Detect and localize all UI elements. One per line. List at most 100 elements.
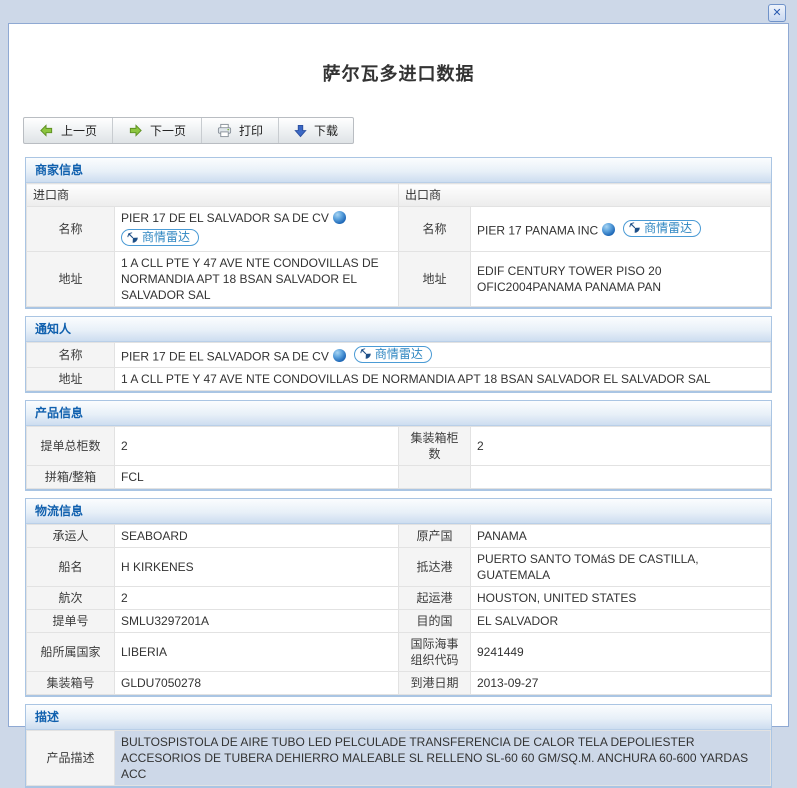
field-label: 提单总柜数 [27,427,115,466]
next-page-button[interactable]: 下一页 [113,118,202,143]
importer-name-cell: PIER 17 DE EL SALVADOR SA DE CV [115,207,399,252]
logistics-heading: 物流信息 [26,499,771,524]
merchant-table: 进口商 出口商 名称 PIER 17 DE EL SALVADOR SA DE … [26,183,771,307]
table-row: 提单总柜数 2 集装箱柜数 2 [27,427,771,466]
product-heading: 产品信息 [26,401,771,426]
exporter-header: 出口商 [399,184,771,207]
radar-icon [360,348,372,360]
importer-name-label: 名称 [27,207,115,252]
field-value: GLDU7050278 [115,672,399,695]
field-label: 承运人 [27,525,115,548]
field-label: 航次 [27,587,115,610]
field-label: 集装箱号 [27,672,115,695]
globe-icon[interactable] [333,211,346,224]
field-label: 船所属国家 [27,633,115,672]
field-label: 抵达港 [399,548,471,587]
print-button[interactable]: 打印 [202,118,279,143]
field-label: 国际海事组织代码 [399,633,471,672]
product-description-value: BULTOSPISTOLA DE AIRE TUBO LED PELCULADE… [115,731,771,786]
table-row: 承运人 SEABOARD 原产国 PANAMA [27,525,771,548]
download-button[interactable]: 下载 [279,118,353,143]
radar-badge[interactable]: 商情雷达 [121,229,199,246]
left-arrow-icon [39,123,54,138]
radar-badge-label: 商情雷达 [644,221,692,236]
field-value: 2 [115,587,399,610]
field-value: 2 [115,427,399,466]
close-button[interactable]: ✕ [768,4,786,22]
notify-name: PIER 17 DE EL SALVADOR SA DE CV [121,349,329,363]
field-value [471,466,771,489]
field-value: EL SALVADOR [471,610,771,633]
close-icon: ✕ [772,7,781,19]
exporter-name-label: 名称 [399,207,471,252]
field-label: 原产国 [399,525,471,548]
exporter-address-label: 地址 [399,251,471,306]
importer-address: 1 A CLL PTE Y 47 AVE NTE CONDOVILLAS DE … [115,251,399,306]
notify-address: 1 A CLL PTE Y 47 AVE NTE CONDOVILLAS DE … [115,368,771,391]
field-value: SEABOARD [115,525,399,548]
radar-badge-label: 商情雷达 [142,230,190,245]
exporter-address: EDIF CENTURY TOWER PISO 20 OFIC2004PANAM… [471,251,771,306]
radar-badge[interactable]: 商情雷达 [623,220,701,237]
notify-name-cell: PIER 17 DE EL SALVADOR SA DE CV 商情雷达 [115,342,771,368]
description-heading: 描述 [26,705,771,730]
toolbar: 上一页 下一页 打印 [23,117,354,144]
table-row: 船所属国家 LIBERIA 国际海事组织代码 9241449 [27,633,771,672]
field-label: 目的国 [399,610,471,633]
section-product: 产品信息 提单总柜数 2 集装箱柜数 2 拼箱/整箱 FCL [25,400,772,491]
radar-icon [127,232,139,244]
notify-table: 名称 PIER 17 DE EL SALVADOR SA DE CV [26,342,771,392]
page-title: 萨尔瓦多进口数据 [9,60,788,86]
prev-page-label: 上一页 [61,122,97,139]
field-label: 起运港 [399,587,471,610]
section-merchant: 商家信息 进口商 出口商 名称 PIER 17 DE EL SALVADOR S… [25,157,772,309]
field-label: 到港日期 [399,672,471,695]
radar-badge-label: 商情雷达 [375,347,423,362]
logistics-table: 承运人 SEABOARD 原产国 PANAMA 船名 H KIRKENES 抵达… [26,524,771,695]
notify-address-label: 地址 [27,368,115,391]
description-table: 产品描述 BULTOSPISTOLA DE AIRE TUBO LED PELC… [26,730,771,786]
field-label: 船名 [27,548,115,587]
table-row: 拼箱/整箱 FCL [27,466,771,489]
field-value: 2 [471,427,771,466]
importer-header: 进口商 [27,184,399,207]
merchant-heading: 商家信息 [26,158,771,183]
field-value: HOUSTON, UNITED STATES [471,587,771,610]
print-label: 打印 [239,122,263,139]
field-value: SMLU3297201A [115,610,399,633]
field-value: FCL [115,466,399,489]
exporter-name: PIER 17 PANAMA INC [477,223,598,237]
field-value: 2013-09-27 [471,672,771,695]
table-row: 提单号 SMLU3297201A 目的国 EL SALVADOR [27,610,771,633]
field-label [399,466,471,489]
printer-icon [217,123,232,138]
table-row: 航次 2 起运港 HOUSTON, UNITED STATES [27,587,771,610]
section-description: 描述 产品描述 BULTOSPISTOLA DE AIRE TUBO LED P… [25,704,772,788]
field-value: PUERTO SANTO TOMáS DE CASTILLA, GUATEMAL… [471,548,771,587]
globe-icon[interactable] [333,349,346,362]
field-value: H KIRKENES [115,548,399,587]
table-row: 产品描述 BULTOSPISTOLA DE AIRE TUBO LED PELC… [27,731,771,786]
next-page-label: 下一页 [150,122,186,139]
field-label: 集装箱柜数 [399,427,471,466]
globe-icon[interactable] [602,223,615,236]
section-logistics: 物流信息 承运人 SEABOARD 原产国 PANAMA 船名 H KIRKEN… [25,498,772,697]
prev-page-button[interactable]: 上一页 [24,118,113,143]
field-value: LIBERIA [115,633,399,672]
field-value: PANAMA [471,525,771,548]
field-label: 提单号 [27,610,115,633]
product-table: 提单总柜数 2 集装箱柜数 2 拼箱/整箱 FCL [26,426,771,489]
down-arrow-icon [294,124,307,138]
field-value: 9241449 [471,633,771,672]
import-data-dialog: 萨尔瓦多进口数据 上一页 下一页 [8,23,789,727]
notify-heading: 通知人 [26,317,771,342]
radar-badge[interactable]: 商情雷达 [354,346,432,363]
right-arrow-icon [128,123,143,138]
section-notify: 通知人 名称 PIER 17 DE EL SALVADOR SA DE CV [25,316,772,394]
radar-icon [629,222,641,234]
importer-address-label: 地址 [27,251,115,306]
page-background: ✕ 萨尔瓦多进口数据 上一页 下一页 [0,0,797,735]
table-row: 船名 H KIRKENES 抵达港 PUERTO SANTO TOMáS DE … [27,548,771,587]
download-label: 下载 [314,122,338,139]
notify-name-label: 名称 [27,342,115,368]
